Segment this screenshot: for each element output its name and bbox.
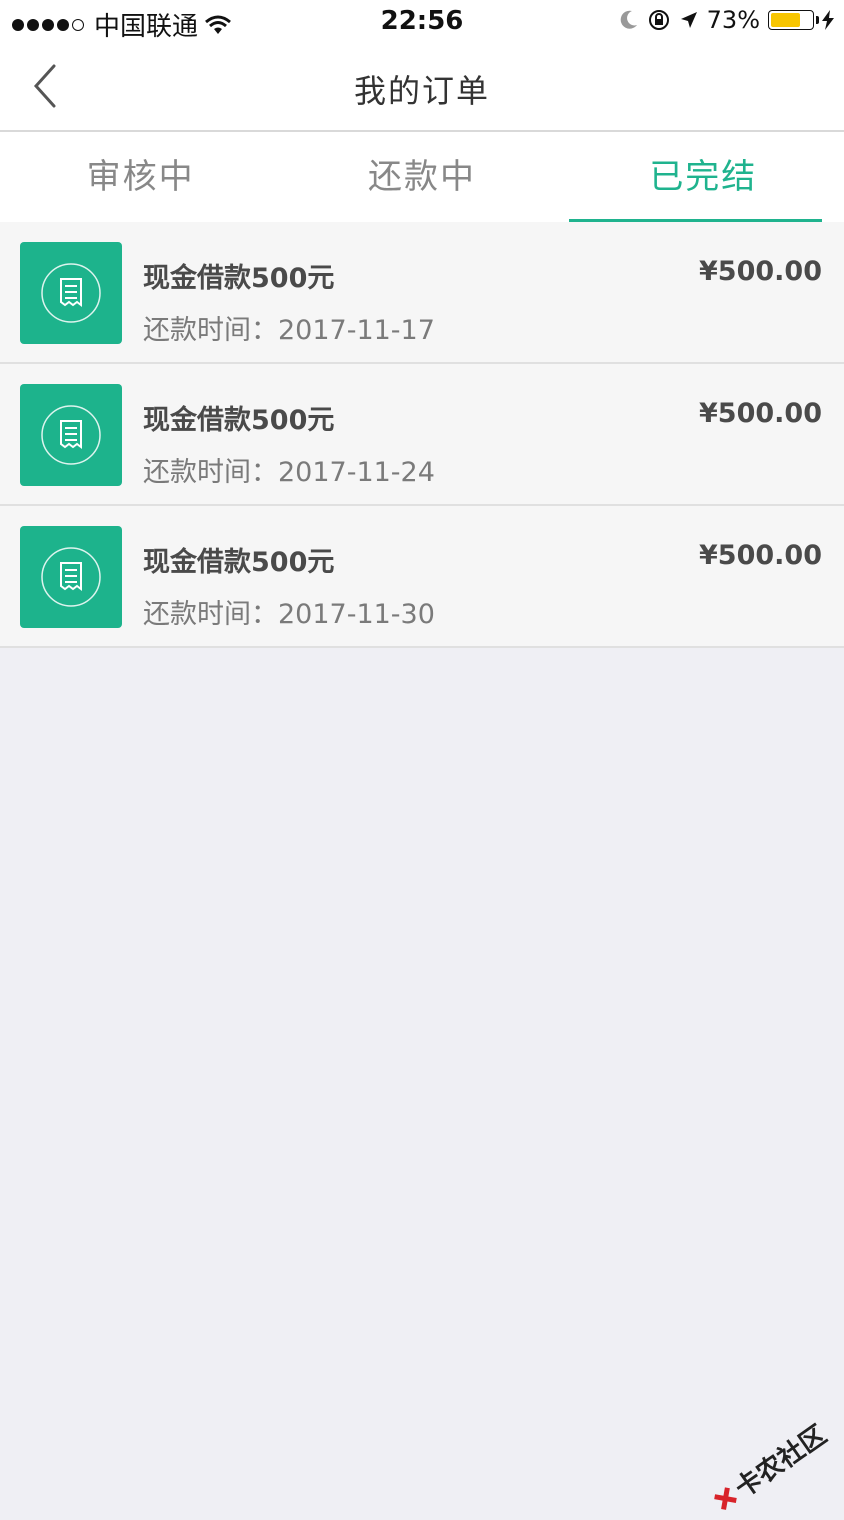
page-title: 我的订单	[353, 72, 490, 110]
order-row[interactable]: 现金借款500元 还款时间：2017-11-24 ¥500.00	[0, 364, 844, 506]
location-arrow-icon	[680, 12, 697, 28]
tab-completed[interactable]: 已完结	[563, 132, 844, 222]
order-list: 现金借款500元 还款时间：2017-11-17 ¥500.00 现金借款500…	[0, 222, 844, 648]
order-row[interactable]: 现金借款500元 还款时间：2017-11-30 ¥500.00	[0, 506, 844, 648]
battery-percent: 73%	[706, 6, 760, 34]
receipt-icon	[41, 547, 101, 607]
order-name: 现金借款500元	[143, 405, 335, 436]
order-amount: ¥500.00	[699, 256, 822, 287]
order-repay-date: 还款时间：2017-11-17	[143, 315, 435, 346]
order-name: 现金借款500元	[143, 547, 335, 578]
receipt-icon	[41, 263, 101, 323]
order-repay-date: 还款时间：2017-11-24	[143, 457, 435, 488]
order-repay-date: 还款时间：2017-11-30	[143, 599, 435, 630]
watermark: 卡农社区	[705, 1415, 833, 1520]
nav-bar: 我的订单	[0, 44, 844, 132]
order-name: 现金借款500元	[143, 263, 335, 294]
order-thumbnail	[20, 242, 122, 344]
battery-icon	[768, 10, 819, 30]
receipt-icon	[41, 405, 101, 465]
moon-icon	[620, 10, 637, 29]
status-bar: 中国联通 22:56 73%	[0, 0, 844, 44]
status-right: 73%	[619, 6, 834, 34]
tab-repaying[interactable]: 还款中	[281, 132, 562, 222]
order-row[interactable]: 现金借款500元 还款时间：2017-11-17 ¥500.00	[0, 222, 844, 364]
charging-bolt-icon	[822, 10, 834, 30]
order-tabs: 审核中 还款中 已完结	[0, 132, 844, 222]
order-thumbnail	[20, 526, 122, 628]
watermark-text: 卡农社区	[729, 1419, 833, 1505]
order-amount: ¥500.00	[699, 398, 822, 429]
order-thumbnail	[20, 384, 122, 486]
tab-reviewing[interactable]: 审核中	[0, 132, 281, 222]
rotation-lock-icon	[648, 10, 669, 30]
order-amount: ¥500.00	[699, 540, 822, 571]
